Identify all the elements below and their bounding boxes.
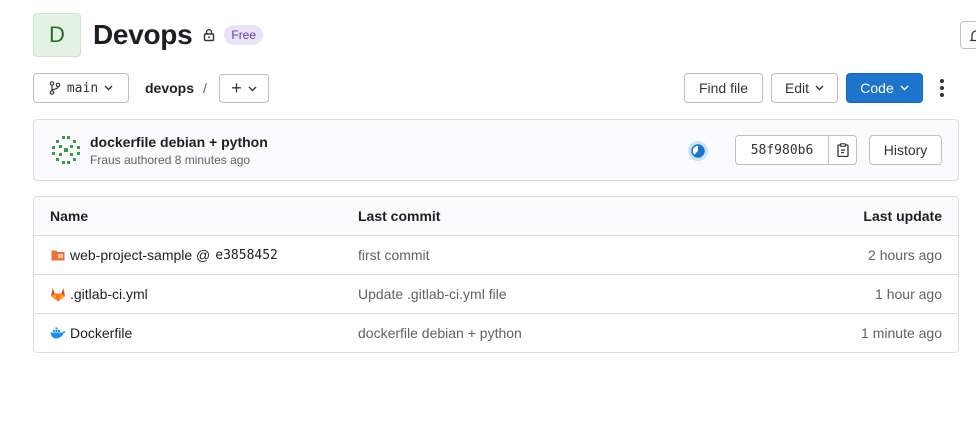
find-file-button[interactable]: Find file: [684, 73, 763, 103]
clipboard-icon: [836, 143, 849, 157]
branch-icon: [49, 81, 61, 95]
copy-sha-button[interactable]: [829, 135, 857, 165]
user-avatar-icon[interactable]: [50, 134, 82, 166]
code-dropdown-button[interactable]: Code: [846, 73, 923, 103]
table-row[interactable]: Dockerfile dockerfile debian + python 1 …: [34, 313, 958, 352]
history-button[interactable]: History: [869, 135, 942, 165]
chevron-down-icon: [248, 86, 257, 91]
edit-label: Edit: [784, 80, 810, 96]
bell-icon: [970, 30, 976, 42]
chevron-down-icon: [104, 85, 113, 91]
chevron-down-icon: [815, 85, 824, 91]
file-name[interactable]: Dockerfile: [70, 325, 132, 341]
project-title[interactable]: Devops: [93, 19, 193, 51]
file-name-cell[interactable]: Dockerfile: [50, 314, 132, 352]
file-name-cell[interactable]: .gitlab-ci.yml: [50, 275, 148, 313]
branch-selector[interactable]: main: [33, 73, 129, 103]
code-label: Code: [860, 80, 894, 96]
branch-name: main: [66, 80, 99, 96]
notification-button[interactable]: [960, 21, 976, 49]
chevron-down-icon: [900, 85, 909, 91]
last-commit-panel: dockerfile debian + python Fraus authore…: [33, 119, 959, 181]
commit-author-meta: Fraus authored 8 minutes ago: [90, 153, 251, 167]
header-last-commit: Last commit: [358, 208, 441, 224]
table-row[interactable]: .gitlab-ci.yml Update .gitlab-ci.yml fil…: [34, 274, 958, 313]
more-actions-icon[interactable]: [937, 79, 947, 99]
file-name-cell[interactable]: web-project-sample @ e3858452: [50, 236, 278, 274]
submodule-folder-icon: [50, 247, 66, 263]
commit-sha-group: 58f980b6: [735, 135, 857, 165]
file-name[interactable]: .gitlab-ci.yml: [70, 286, 148, 302]
plan-badge: Free: [224, 25, 264, 45]
docker-icon: [50, 325, 66, 341]
header-last-update: Last update: [863, 208, 942, 224]
project-header: D Devops Free: [33, 13, 264, 57]
last-commit-message[interactable]: dockerfile debian + python: [358, 314, 522, 352]
submodule-hash[interactable]: e3858452: [215, 248, 278, 263]
header-name: Name: [50, 208, 89, 224]
last-update-time: 1 hour ago: [875, 286, 942, 302]
file-name[interactable]: web-project-sample @: [70, 247, 210, 263]
commit-title[interactable]: dockerfile debian + python: [90, 134, 268, 150]
commit-sha[interactable]: 58f980b6: [735, 135, 829, 165]
last-update-time: 1 minute ago: [861, 325, 942, 341]
last-update-time: 2 hours ago: [868, 247, 942, 263]
file-tree-table: Name Last commit Last update web-project…: [33, 196, 959, 353]
lock-icon: [202, 28, 216, 42]
last-commit-message[interactable]: first commit: [358, 236, 430, 274]
breadcrumb-separator: /: [203, 80, 207, 96]
plus-icon: +: [231, 78, 242, 98]
last-commit-message[interactable]: Update .gitlab-ci.yml file: [358, 275, 507, 313]
table-header: Name Last commit Last update: [34, 197, 958, 235]
add-to-tree-button[interactable]: +: [219, 74, 269, 103]
gitlab-icon: [50, 286, 66, 302]
project-avatar[interactable]: D: [33, 13, 81, 57]
pipeline-status-icon[interactable]: [687, 140, 709, 162]
edit-dropdown-button[interactable]: Edit: [771, 73, 838, 103]
breadcrumb[interactable]: devops: [145, 80, 194, 96]
table-row[interactable]: web-project-sample @ e3858452 first comm…: [34, 235, 958, 274]
